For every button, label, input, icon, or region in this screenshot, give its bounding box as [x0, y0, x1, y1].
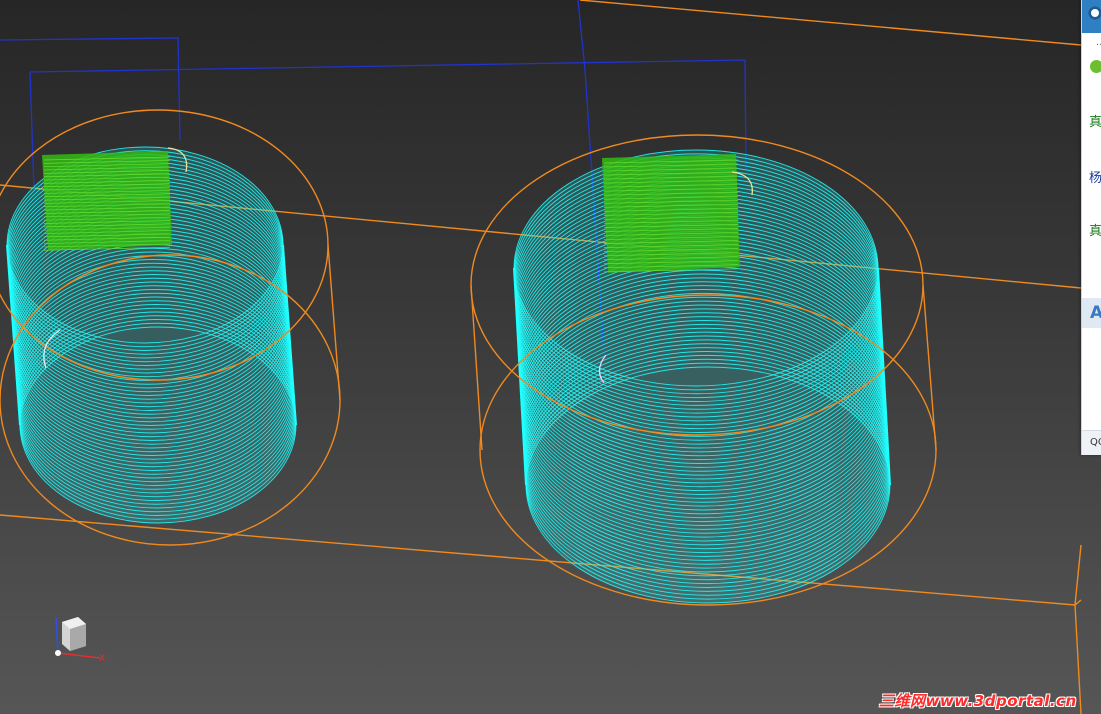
- app-logo-icon[interactable]: [1082, 0, 1101, 33]
- side-panel[interactable]: .. 真 杨 真 A QQ: [1081, 0, 1101, 455]
- pocket-toolpath-left: [6, 146, 297, 524]
- panel-item-2[interactable]: 杨: [1089, 172, 1101, 186]
- panel-footer-label: QQ: [1090, 437, 1101, 448]
- 3d-viewport[interactable]: X: [0, 0, 1101, 714]
- panel-dots: ..: [1096, 37, 1101, 48]
- axis-x-label: X: [99, 654, 105, 664]
- panel-item-1[interactable]: 真: [1089, 116, 1101, 130]
- watermark: 三维网www.3dportal.cn: [879, 692, 1077, 710]
- outline-top-edge: [579, 0, 1082, 46]
- pocket-toolpath-right: [513, 149, 891, 604]
- panel-letter[interactable]: A: [1090, 303, 1101, 323]
- view-cube-icon[interactable]: X: [55, 616, 105, 664]
- panel-footer[interactable]: QQ: [1082, 430, 1101, 455]
- check-icon: [1090, 60, 1101, 73]
- panel-item-3[interactable]: 真: [1089, 225, 1101, 239]
- toolpath-scene: X: [0, 0, 1082, 714]
- outline-side-edge: [1074, 544, 1082, 606]
